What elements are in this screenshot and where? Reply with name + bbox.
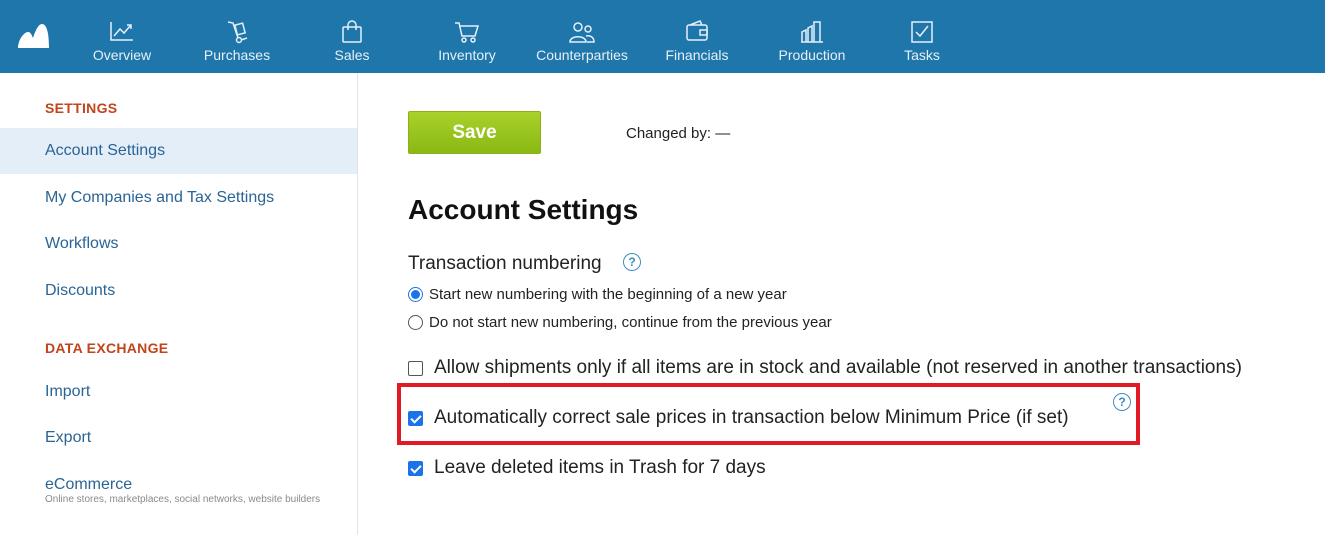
sidebar-item-export[interactable]: Export — [0, 415, 357, 461]
hand-truck-icon — [227, 21, 248, 44]
nav-purchases[interactable]: Purchases — [182, 0, 292, 73]
checkbox-allow-shipments-in-stock[interactable]: Allow shipments only if all items are in… — [408, 356, 1242, 380]
chart-line-icon — [110, 22, 133, 41]
radio-continue-numbering-control[interactable] — [408, 314, 423, 330]
checkbox-allow-shipments-label: Allow shipments only if all items are in… — [434, 357, 1242, 378]
nav-production[interactable]: Production — [757, 0, 867, 73]
sidebar-item-discounts[interactable]: Discounts — [0, 268, 357, 314]
checkbox-leave-deleted-control[interactable] — [408, 460, 423, 476]
checkbox-leave-deleted-in-trash[interactable]: Leave deleted items in Trash for 7 days — [408, 456, 766, 480]
settings-sidebar: SETTINGS Account Settings My Companies a… — [0, 73, 358, 535]
nav-counterparties[interactable]: Counterparties — [527, 0, 637, 73]
nav-financials[interactable]: Financials — [642, 0, 752, 73]
sidebar-item-account-settings[interactable]: Account Settings — [0, 128, 357, 174]
nav-counterparties-label: Counterparties — [536, 47, 628, 63]
nav-inventory-label: Inventory — [438, 47, 496, 63]
nav-inventory[interactable]: Inventory — [412, 0, 522, 73]
nav-purchases-label: Purchases — [203, 47, 271, 63]
radio-continue-numbering-label: Do not start new numbering, continue fro… — [429, 313, 832, 331]
sidebar-section-data-exchange: DATA EXCHANGE — [45, 340, 169, 356]
radio-new-year-numbering-control[interactable] — [408, 286, 423, 302]
sidebar-item-companies-tax[interactable]: My Companies and Tax Settings — [0, 175, 357, 221]
radio-new-year-numbering-label: Start new numbering with the beginning o… — [429, 285, 787, 303]
checkbox-leave-deleted-label: Leave deleted items in Trash for 7 days — [434, 457, 766, 478]
auto-correct-help-icon[interactable]: ? — [1113, 393, 1131, 411]
sidebar-item-import[interactable]: Import — [0, 369, 357, 415]
app-logo-icon[interactable] — [16, 22, 50, 50]
sidebar-item-ecommerce[interactable]: eCommerce — [0, 462, 357, 493]
nav-overview-label: Overview — [92, 47, 152, 63]
checkbox-icon — [911, 21, 933, 43]
radio-continue-numbering[interactable]: Do not start new numbering, continue fro… — [408, 312, 832, 332]
sidebar-section-settings: SETTINGS — [45, 100, 118, 116]
nav-sales[interactable]: Sales — [297, 0, 407, 73]
nav-financials-label: Financials — [665, 47, 729, 63]
wallet-icon — [686, 20, 708, 41]
page-title: Account Settings — [408, 194, 639, 225]
nav-sales-label: Sales — [334, 47, 370, 63]
cart-icon — [455, 22, 480, 43]
checkbox-auto-correct-prices-label: Automatically correct sale prices in tra… — [434, 407, 1069, 428]
checkbox-auto-correct-prices-control[interactable] — [408, 410, 423, 426]
save-button[interactable]: Save — [408, 111, 541, 154]
factory-icon — [801, 21, 823, 43]
transaction-numbering-label: Transaction numbering — [408, 253, 602, 274]
people-icon — [569, 22, 595, 43]
sidebar-item-workflows[interactable]: Workflows — [0, 221, 357, 267]
checkbox-allow-shipments-control[interactable] — [408, 360, 423, 376]
shopping-bag-icon — [342, 20, 362, 43]
changed-by-text: Changed by: — — [626, 125, 731, 142]
nav-tasks[interactable]: Tasks — [867, 0, 977, 73]
sidebar-item-ecommerce-description: Online stores, marketplaces, social netw… — [45, 494, 321, 505]
numbering-help-icon[interactable]: ? — [623, 253, 641, 271]
top-navigation-bar: Overview Purchases Sales Inventory Count… — [0, 0, 1325, 73]
radio-new-year-numbering[interactable]: Start new numbering with the beginning o… — [408, 284, 787, 304]
nav-tasks-label: Tasks — [904, 47, 940, 63]
nav-overview[interactable]: Overview — [67, 0, 177, 73]
nav-production-label: Production — [778, 47, 846, 63]
checkbox-auto-correct-prices[interactable]: Automatically correct sale prices in tra… — [408, 406, 1069, 430]
